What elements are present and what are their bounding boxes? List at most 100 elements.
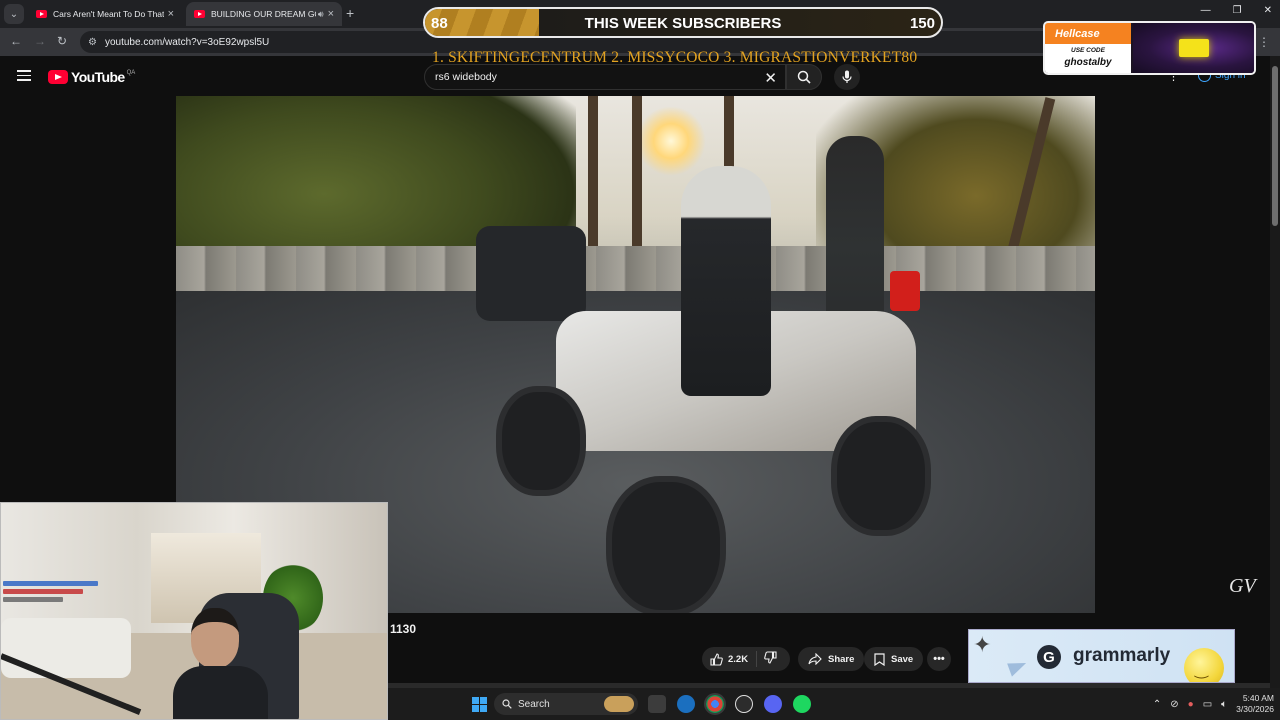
logo-text: YouTube [71,69,125,85]
chrome-icon[interactable] [704,693,726,715]
clock-date: 3/30/2026 [1236,704,1274,714]
streamer-head [191,608,239,668]
windows-taskbar: Search ⌃ ⊘ ● ▭ 🔈︎ 5:40 AM 3/30/2026 [388,688,1280,720]
back-icon[interactable]: ← [10,34,22,48]
clock-time: 5:40 AM [1242,693,1274,703]
close-icon[interactable]: ✕ [1264,5,1272,16]
grammarly-logo-icon: G [1037,645,1061,669]
hellcase-logo: Hellcase [1045,23,1131,44]
streamer-webcam [0,502,388,720]
share-label: Share [828,653,855,665]
like-dislike-group: 2.2K [702,647,790,671]
share-button[interactable]: Share [798,647,865,671]
tab-close-icon[interactable]: × [168,8,174,20]
speaker-icon[interactable]: 🔊︎ [318,9,324,20]
save-button[interactable]: Save [864,647,924,671]
grammarly-wordmark: grammarly [1073,645,1171,666]
like-button[interactable]: 2.2K [702,651,757,667]
url-text: youtube.com/watch?v=3oE92wpsl5U [104,36,270,48]
video-standing-man [826,136,884,321]
sponsor-code-panel: Hellcase USE CODE ghostalby [1045,23,1131,73]
clock[interactable]: 5:40 AM 3/30/2026 [1236,693,1274,715]
restore-icon[interactable]: ❐ [1233,5,1242,16]
video-rider [681,166,771,396]
sparkle-icon: ✦ [973,632,992,657]
use-code-label: USE CODE [1071,47,1105,54]
video-wheel [496,386,586,496]
subscriber-goal-bar: 88 THIS WEEK SUBSCRIBERS 150 [423,7,943,38]
page-scrollbar[interactable] [1270,56,1280,688]
sponsor-artwork [1133,23,1254,73]
sponsor-banner: Hellcase USE CODE ghostalby [1043,21,1256,75]
subscriber-goal-title: THIS WEEK SUBSCRIBERS [584,15,782,32]
voice-search-button[interactable] [834,64,860,90]
webcam-streamer [173,608,273,719]
webcam-sofa [1,618,131,678]
browser-menu-icon[interactable]: ⋮ [1258,35,1270,49]
search-button[interactable] [786,64,822,90]
video-fuel-can [890,271,920,311]
edge-icon[interactable] [677,695,695,713]
window-controls: — ❐ ✕ [1201,5,1272,16]
youtube-play-icon [48,70,68,84]
windows-logo-icon [471,696,487,712]
tab-label: BUILDING OUR DREAM GO [211,9,316,19]
search-icon [797,70,811,84]
menu-icon[interactable] [17,70,31,81]
search-input[interactable]: rs6 widebody ✕ [424,64,786,90]
subscriber-goal-target: 150 [909,15,935,32]
share-icon [808,653,822,665]
video-sun [636,106,706,176]
taskbar-search-label: Search [518,698,550,710]
youtube-logo[interactable]: YouTube QA [48,69,135,85]
system-tray: ⌃ ⊘ ● ▭ 🔈︎ 5:40 AM 3/30/2026 [1153,688,1274,720]
tab-building[interactable]: BUILDING OUR DREAM GO 🔊︎ × [186,2,342,26]
monitor-icon[interactable]: ▭ [1203,699,1212,710]
start-button[interactable] [470,695,488,713]
search-highlight-icon [604,696,634,712]
video-tree-trunk [588,96,598,256]
spotify-icon[interactable] [793,695,811,713]
region-code: QA [126,69,136,76]
clear-search-icon[interactable]: ✕ [764,69,777,87]
site-info-icon[interactable]: ⚙︎ [88,37,97,48]
microphone-tray-icon[interactable]: ● [1188,699,1194,710]
forward-icon[interactable]: → [34,34,46,48]
tab-close-icon[interactable]: × [328,8,334,20]
scrollbar-thumb[interactable] [1272,66,1278,226]
grammarly-ad[interactable]: ✦ G grammarly [968,629,1235,683]
microphone-icon [842,70,852,83]
tab-search-button[interactable]: ⌄ [4,4,24,24]
reload-icon[interactable]: ↻ [57,34,67,48]
webcam-chat-overlay [3,581,113,605]
video-count-label: 1130 [390,622,417,636]
search-icon [502,699,512,709]
taskbar-search[interactable]: Search [494,693,638,715]
dislike-button[interactable] [757,651,777,667]
discord-icon[interactable] [764,695,782,713]
smiley-icon [1184,648,1224,682]
search-value: rs6 widebody [435,71,497,83]
volume-icon[interactable]: 🔈︎ [1221,699,1227,710]
youtube-favicon-icon [194,10,205,18]
tab-label: Cars Aren't Meant To Do That - [53,9,164,19]
video-background-quad [476,226,586,321]
thumbs-down-icon [764,651,777,664]
sponsor-item-icon [1179,39,1209,57]
like-count: 2.2K [728,653,749,665]
chevron-up-icon[interactable]: ⌃ [1153,699,1161,710]
save-label: Save [891,653,914,665]
minimize-icon[interactable]: — [1201,5,1211,16]
sponsor-code: ghostalby [1064,57,1112,68]
streamer-body [173,666,268,719]
video-wheel [831,416,931,536]
video-wheel [606,476,726,613]
more-actions-button[interactable]: ••• [927,647,951,671]
thumbs-up-icon [710,652,723,666]
clock-app-icon[interactable] [735,695,753,713]
new-tab-button[interactable]: + [346,5,354,21]
tab-cars[interactable]: Cars Aren't Meant To Do That - × [28,2,182,26]
network-off-icon[interactable]: ⊘ [1170,699,1178,710]
channel-watermark: GV [1229,575,1256,597]
task-view-icon[interactable] [648,695,666,713]
